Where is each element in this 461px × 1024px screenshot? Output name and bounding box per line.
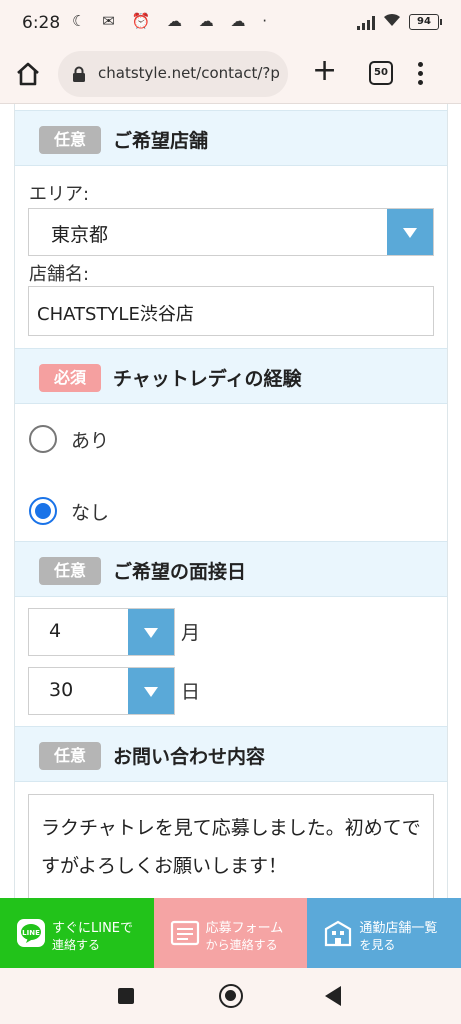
inquiry-textarea[interactable]: ラクチャトレを見て応募しました。初めてですがよろしくお願いします！ bbox=[28, 794, 434, 898]
day-select[interactable]: 30 bbox=[28, 667, 175, 715]
more-menu-icon[interactable] bbox=[418, 62, 424, 86]
form-icon bbox=[170, 918, 200, 948]
building-icon bbox=[323, 918, 353, 948]
status-time: 6:28 bbox=[22, 13, 61, 33]
section-header-interview: 任意 ご希望の面接日 bbox=[15, 541, 447, 597]
new-tab-icon[interactable]: + bbox=[312, 56, 337, 86]
home-icon[interactable] bbox=[14, 60, 42, 88]
month-select[interactable]: 4 bbox=[28, 608, 175, 656]
section-header-experience: 必須 チャットレディの経験 bbox=[15, 348, 447, 404]
chevron-down-icon bbox=[128, 609, 174, 655]
battery-icon: 94 bbox=[409, 14, 442, 30]
section-header-inquiry: 任意 お問い合わせ内容 bbox=[15, 726, 447, 782]
cta-form-text-1: 応募フォーム bbox=[205, 921, 284, 936]
required-badge: 必須 bbox=[39, 364, 101, 392]
cta-shop-text-1: 通勤店舗一覧 bbox=[359, 921, 438, 936]
back-icon[interactable] bbox=[325, 986, 341, 1006]
radio-label-yes[interactable]: あり bbox=[71, 426, 109, 453]
day-value: 30 bbox=[49, 679, 74, 701]
address-bar[interactable]: chatstyle.net/contact/?po bbox=[58, 51, 288, 97]
radio-label-no[interactable]: なし bbox=[71, 498, 109, 525]
chevron-down-icon bbox=[387, 209, 433, 255]
optional-badge: 任意 bbox=[39, 126, 101, 154]
section-title: ご希望の面接日 bbox=[113, 561, 247, 583]
contact-form: 任意 ご希望店舗 エリア: 東京都 店舗名: CHATSTYLE渋谷店 必須 チ… bbox=[14, 104, 448, 898]
radio-experience-no[interactable] bbox=[29, 497, 57, 525]
optional-badge: 任意 bbox=[39, 742, 101, 770]
cta-line-text-2: 連絡する bbox=[52, 938, 101, 952]
month-unit: 月 bbox=[181, 622, 201, 644]
recents-icon[interactable] bbox=[118, 988, 134, 1004]
line-icon: LINE bbox=[16, 918, 46, 948]
section-header-store: 任意 ご希望店舗 bbox=[15, 110, 447, 166]
cta-line-text-1: すぐにLINEで bbox=[52, 921, 134, 936]
section-title: お問い合わせ内容 bbox=[113, 746, 266, 768]
system-nav-bar bbox=[0, 968, 461, 1024]
application-form-button[interactable]: 応募フォーム から連絡する bbox=[153, 898, 308, 968]
tab-count-button[interactable]: 50 bbox=[369, 61, 393, 85]
day-unit: 日 bbox=[181, 681, 201, 703]
cta-shop-text-2: を見る bbox=[359, 938, 396, 952]
month-value: 4 bbox=[49, 620, 62, 642]
area-label: エリア: bbox=[29, 184, 90, 205]
section-title: ご希望店舗 bbox=[113, 130, 209, 152]
cta-form-text-2: から連絡する bbox=[205, 938, 278, 952]
area-select[interactable]: 東京都 bbox=[28, 208, 434, 256]
optional-badge: 任意 bbox=[39, 557, 101, 585]
cta-bar: LINE すぐにLINEで 連絡する 応募フォーム から連絡する 通勤店舗一覧 … bbox=[0, 898, 461, 968]
lock-icon bbox=[72, 66, 86, 82]
area-select-value: 東京都 bbox=[51, 224, 109, 246]
radio-experience-yes[interactable] bbox=[29, 425, 57, 453]
signal-icon bbox=[357, 14, 375, 30]
store-name-label: 店舗名: bbox=[29, 264, 90, 285]
status-bar: 6:28 ☾ ✉ ⏰ ☁ ☁ ☁ · 94 bbox=[0, 0, 461, 48]
svg-text:LINE: LINE bbox=[22, 929, 40, 937]
section-title: チャットレディの経験 bbox=[113, 368, 302, 390]
home-nav-icon[interactable] bbox=[219, 984, 243, 1008]
url-text: chatstyle.net/contact/?po bbox=[98, 64, 280, 82]
browser-toolbar: chatstyle.net/contact/?po + 50 bbox=[0, 48, 461, 104]
store-name-field[interactable]: CHATSTYLE渋谷店 bbox=[28, 286, 434, 336]
line-contact-button[interactable]: LINE すぐにLINEで 連絡する bbox=[0, 898, 154, 968]
notification-icons: ☾ ✉ ⏰ ☁ ☁ ☁ · bbox=[72, 12, 274, 30]
chevron-down-icon bbox=[128, 668, 174, 714]
wifi-icon bbox=[383, 13, 401, 31]
status-right: 94 bbox=[357, 13, 442, 31]
store-list-button[interactable]: 通勤店舗一覧 を見る bbox=[307, 898, 461, 968]
store-name-value: CHATSTYLE渋谷店 bbox=[37, 304, 194, 325]
